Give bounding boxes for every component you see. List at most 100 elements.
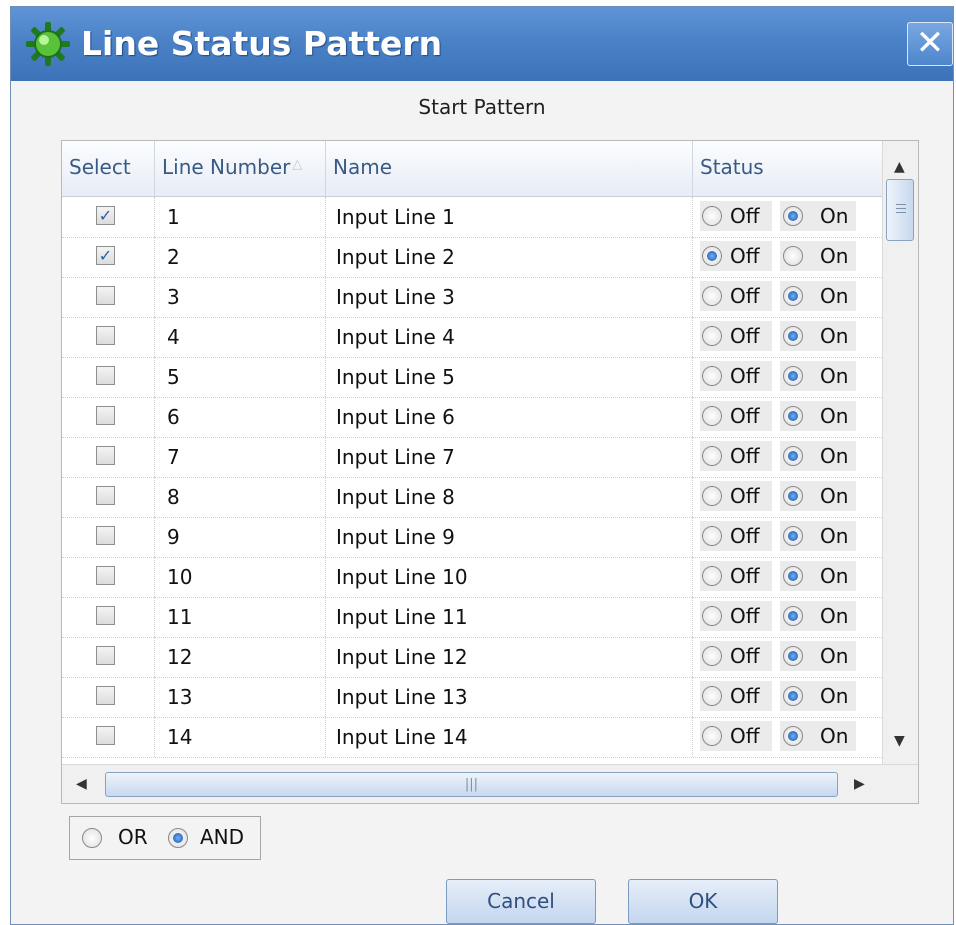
select-checkbox[interactable] [96,726,115,745]
status-on-radio[interactable] [783,566,803,586]
table-row[interactable]: 11 Input Line 11 Off On [62,597,882,638]
status-off-option[interactable]: Off [700,241,772,271]
status-off-radio[interactable] [702,606,722,626]
status-off-option[interactable]: Off [700,281,772,311]
status-on-radio[interactable] [783,406,803,426]
column-header-name[interactable]: Name [326,141,693,196]
table-row[interactable]: 9 Input Line 9 Off On [62,517,882,558]
column-header-status[interactable]: Status [693,141,882,196]
table-row[interactable]: 5 Input Line 5 Off On [62,357,882,398]
status-on-option[interactable]: On [780,321,856,351]
status-off-radio[interactable] [702,326,722,346]
status-off-option[interactable]: Off [700,601,772,631]
scroll-left-icon[interactable]: ◀ [76,776,87,792]
status-on-option[interactable]: On [780,721,856,751]
status-on-radio[interactable] [783,286,803,306]
status-off-option[interactable]: Off [700,441,772,471]
status-on-option[interactable]: On [780,401,856,431]
status-on-radio[interactable] [783,726,803,746]
status-off-option[interactable]: Off [700,721,772,751]
select-checkbox[interactable] [96,566,115,585]
status-off-option[interactable]: Off [700,561,772,591]
table-row[interactable]: ✓ 2 Input Line 2 Off On [62,237,882,278]
status-off-radio[interactable] [702,446,722,466]
select-checkbox[interactable] [96,526,115,545]
horizontal-scrollbar[interactable]: ◀ ||| ▶ [62,764,918,803]
status-on-option[interactable]: On [780,441,856,471]
select-checkbox[interactable] [96,326,115,345]
select-checkbox[interactable] [96,446,115,465]
status-off-option[interactable]: Off [700,401,772,431]
status-on-option[interactable]: On [780,681,856,711]
select-checkbox[interactable] [96,686,115,705]
table-row[interactable]: 3 Input Line 3 Off On [62,277,882,318]
select-checkbox[interactable] [96,646,115,665]
status-on-option[interactable]: On [780,481,856,511]
status-off-radio[interactable] [702,646,722,666]
select-checkbox[interactable] [96,606,115,625]
status-on-option[interactable]: On [780,241,856,271]
status-off-option[interactable]: Off [700,681,772,711]
vertical-scrollbar[interactable]: ▲ ▼ [882,141,918,764]
column-header-line-number[interactable]: Line Number △ [155,141,326,196]
status-off-radio[interactable] [702,286,722,306]
status-on-radio[interactable] [783,206,803,226]
status-on-radio[interactable] [783,686,803,706]
status-off-option[interactable]: Off [700,481,772,511]
select-checkbox[interactable]: ✓ [96,206,115,225]
status-on-radio[interactable] [783,526,803,546]
title-bar[interactable]: Line Status Pattern ✕ [11,7,953,81]
scroll-right-icon[interactable]: ▶ [854,776,865,792]
status-off-option[interactable]: Off [700,641,772,671]
status-on-option[interactable]: On [780,561,856,591]
or-radio[interactable] [82,828,102,848]
status-off-radio[interactable] [702,486,722,506]
status-on-option[interactable]: On [780,601,856,631]
table-row[interactable]: ✓ 1 Input Line 1 Off On [62,197,882,238]
status-on-option[interactable]: On [780,521,856,551]
status-off-option[interactable]: Off [700,361,772,391]
status-off-radio[interactable] [702,246,722,266]
status-off-radio[interactable] [702,206,722,226]
close-button[interactable]: ✕ [907,22,953,66]
status-on-radio[interactable] [783,646,803,666]
status-off-radio[interactable] [702,726,722,746]
select-checkbox[interactable] [96,486,115,505]
status-off-radio[interactable] [702,366,722,386]
scroll-up-icon[interactable]: ▲ [894,159,905,175]
horizontal-scroll-thumb[interactable]: ||| [105,772,838,797]
status-on-radio[interactable] [783,326,803,346]
cancel-button[interactable]: Cancel [446,879,596,924]
table-row[interactable]: 8 Input Line 8 Off On [62,477,882,518]
status-on-option[interactable]: On [780,201,856,231]
status-on-radio[interactable] [783,606,803,626]
status-off-radio[interactable] [702,566,722,586]
status-off-option[interactable]: Off [700,321,772,351]
vertical-scroll-thumb[interactable] [886,179,914,241]
status-on-option[interactable]: On [780,641,856,671]
status-on-option[interactable]: On [780,361,856,391]
table-row[interactable]: 7 Input Line 7 Off On [62,437,882,478]
status-off-option[interactable]: Off [700,521,772,551]
select-checkbox[interactable] [96,366,115,385]
table-row[interactable]: 14 Input Line 14 Off On [62,717,882,758]
table-row[interactable]: 13 Input Line 13 Off On [62,677,882,718]
table-row[interactable]: 4 Input Line 4 Off On [62,317,882,358]
status-on-radio[interactable] [783,446,803,466]
status-off-radio[interactable] [702,686,722,706]
status-off-option[interactable]: Off [700,201,772,231]
status-off-radio[interactable] [702,406,722,426]
status-on-radio[interactable] [783,366,803,386]
select-checkbox[interactable] [96,286,115,305]
status-on-radio[interactable] [783,486,803,506]
table-row[interactable]: 12 Input Line 12 Off On [62,637,882,678]
select-checkbox[interactable]: ✓ [96,246,115,265]
table-row[interactable]: 6 Input Line 6 Off On [62,397,882,438]
select-checkbox[interactable] [96,406,115,425]
scroll-down-icon[interactable]: ▼ [894,733,905,749]
column-header-select[interactable]: Select [62,141,155,196]
status-on-radio[interactable] [783,246,803,266]
and-radio[interactable] [168,828,188,848]
status-off-radio[interactable] [702,526,722,546]
table-row[interactable]: 10 Input Line 10 Off On [62,557,882,598]
